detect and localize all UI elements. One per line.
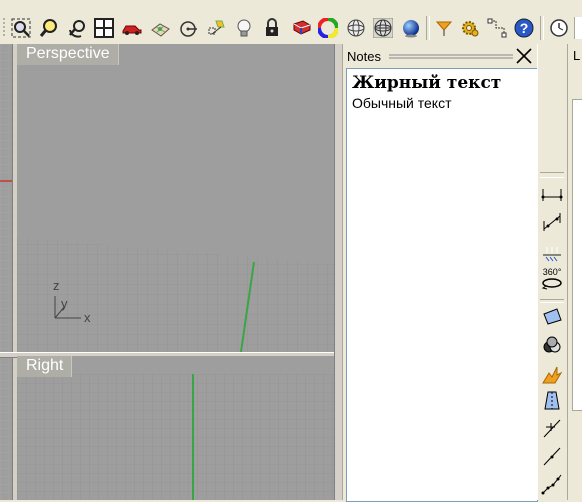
rotate-view-icon[interactable]	[66, 17, 88, 39]
x-axis-label: x	[84, 310, 91, 325]
car-icon[interactable]	[121, 17, 143, 39]
notes-normal-text: Обычный текст	[352, 95, 452, 111]
y-axis-label: y	[61, 296, 68, 311]
notes-bold-text: Жирный текст	[352, 73, 502, 93]
point-on-line-icon[interactable]	[540, 416, 564, 440]
arrow-circle-icon[interactable]	[177, 17, 199, 39]
z-axis-label: z	[53, 278, 60, 293]
main-toolbar: ?	[0, 0, 582, 45]
mesh-sphere-icon[interactable]	[372, 17, 394, 39]
toolbar-edge	[574, 17, 582, 39]
side-panel-label: L	[573, 48, 581, 63]
rotate-360-label: 360°	[543, 267, 562, 277]
surface-icon[interactable]	[540, 305, 564, 329]
notes-title: Notes	[347, 49, 381, 64]
notes-panel: Notes Жирный текст Обычный текст	[342, 44, 538, 502]
line-icon[interactable]	[540, 444, 564, 468]
top-viewport-partial[interactable]	[0, 44, 12, 352]
side-panel-content[interactable]	[572, 99, 582, 411]
close-icon[interactable]	[515, 47, 533, 65]
help-icon[interactable]: ?	[513, 17, 535, 39]
side-panel-partial: L	[567, 44, 582, 500]
perspective-viewport[interactable]: Perspective z y x	[17, 44, 334, 352]
right-toolbar: 360°	[537, 44, 568, 500]
grid-plane-icon[interactable]	[149, 17, 171, 39]
dimension-horizontal-icon[interactable]	[540, 182, 564, 206]
zoom-extents-icon[interactable]	[10, 17, 32, 39]
toolbar-separator	[540, 16, 544, 40]
wireframe-sphere-icon[interactable]	[345, 17, 367, 39]
svg-text:?: ?	[520, 20, 529, 36]
explode-icon[interactable]	[540, 362, 564, 386]
clock-icon[interactable]	[548, 17, 570, 39]
gear-icon[interactable]	[458, 17, 480, 39]
right-grid	[17, 374, 334, 500]
polyline-icon[interactable]	[540, 472, 564, 496]
extrude-icon[interactable]	[540, 388, 564, 412]
book-icon[interactable]	[291, 17, 313, 39]
zoom-window-icon[interactable]	[38, 17, 60, 39]
dimension-aligned-icon[interactable]	[540, 210, 564, 234]
right-viewport-label[interactable]: Right	[17, 356, 73, 377]
toolbar-grip[interactable]	[0, 17, 8, 39]
boolean-icon[interactable]	[540, 333, 564, 357]
hatch-icon[interactable]	[540, 240, 564, 264]
color-wheel-icon[interactable]	[317, 17, 339, 39]
lock-icon[interactable]	[261, 17, 283, 39]
flag-icon[interactable]	[433, 17, 455, 39]
dimension-icon[interactable]	[486, 17, 508, 39]
toolbar-separator	[426, 16, 430, 40]
light-icon[interactable]	[205, 17, 227, 39]
rotate-360-icon[interactable]: 360°	[540, 266, 564, 292]
ground-grid	[17, 237, 334, 352]
right-viewport[interactable]: Right	[17, 356, 334, 500]
front-viewport-partial[interactable]	[0, 356, 12, 500]
perspective-viewport-label[interactable]: Perspective	[17, 44, 119, 65]
four-viewports-icon[interactable]	[93, 17, 115, 39]
bulb-icon[interactable]	[233, 17, 255, 39]
toolbar-grip[interactable]	[540, 172, 564, 178]
shaded-sphere-icon[interactable]	[400, 17, 422, 39]
notes-grip[interactable]	[389, 53, 513, 61]
notes-text-area[interactable]: Жирный текст Обычный текст	[346, 68, 538, 502]
toolbar-separator	[540, 299, 564, 303]
